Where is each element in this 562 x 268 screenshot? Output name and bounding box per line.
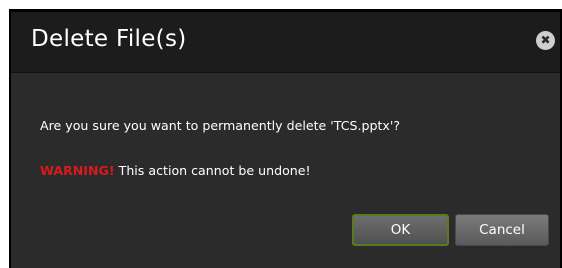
close-icon[interactable]: ✖	[536, 31, 555, 50]
dialog-titlebar: Delete File(s) ✖	[11, 12, 560, 73]
dialog-title: Delete File(s)	[31, 26, 187, 52]
confirm-message: Are you sure you want to permanently del…	[40, 118, 401, 133]
warning-text: This action cannot be undone!	[114, 163, 311, 178]
cancel-button[interactable]: Cancel	[455, 214, 549, 246]
warning-label: WARNING!	[40, 163, 115, 178]
ok-button[interactable]: OK	[352, 214, 449, 246]
delete-files-dialog: Delete File(s) ✖ Are you sure you want t…	[11, 12, 560, 268]
warning-message: WARNING! This action cannot be undone!	[40, 163, 311, 178]
